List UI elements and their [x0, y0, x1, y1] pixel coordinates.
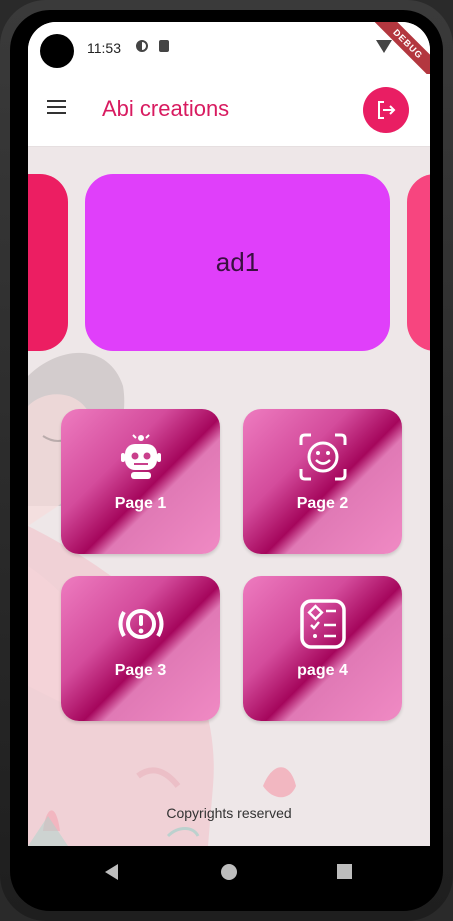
ad-card-current[interactable]: ad1 — [85, 174, 390, 351]
back-icon[interactable] — [105, 864, 118, 880]
home-icon[interactable] — [221, 864, 237, 880]
copyright-text: Copyrights reserved — [166, 805, 292, 821]
menu-icon[interactable] — [47, 100, 67, 116]
status-bar: 11:53 DEBUG — [28, 22, 430, 86]
recents-icon[interactable] — [337, 864, 352, 879]
ad-card-previous[interactable] — [28, 174, 68, 351]
alert-circle-icon — [118, 609, 163, 639]
checklist-icon — [299, 599, 346, 649]
page-2-tile[interactable]: Page 2 — [243, 409, 402, 554]
page-1-tile[interactable]: Page 1 — [61, 409, 220, 554]
status-time: 11:53 — [87, 40, 121, 56]
sim-card-icon — [159, 40, 169, 52]
app-title: Abi creations — [102, 96, 230, 121]
page-4-label: page 4 — [297, 662, 348, 679]
face-scan-icon — [299, 433, 346, 481]
app-screen: 11:53 DEBUG Abi creations ad1 Page 1 Pag… — [28, 22, 430, 900]
logout-button[interactable] — [363, 87, 409, 133]
ad-card-next[interactable] — [407, 174, 430, 351]
logout-icon — [378, 101, 396, 119]
robot-icon — [120, 434, 161, 479]
camera-cutout — [40, 34, 74, 68]
phone-frame: 11:53 DEBUG Abi creations ad1 Page 1 Pag… — [0, 0, 453, 921]
ad-label: ad1 — [215, 247, 260, 277]
wifi-icon — [376, 40, 392, 53]
page-3-label: Page 3 — [114, 662, 167, 679]
data-saver-icon — [136, 40, 148, 52]
page-1-label: Page 1 — [114, 495, 167, 512]
page-3-tile[interactable]: Page 3 — [61, 576, 220, 721]
page-4-tile[interactable]: page 4 — [243, 576, 402, 721]
app-bar: Abi creations — [28, 74, 430, 147]
page-2-label: Page 2 — [296, 495, 349, 512]
system-nav-bar — [28, 846, 430, 900]
